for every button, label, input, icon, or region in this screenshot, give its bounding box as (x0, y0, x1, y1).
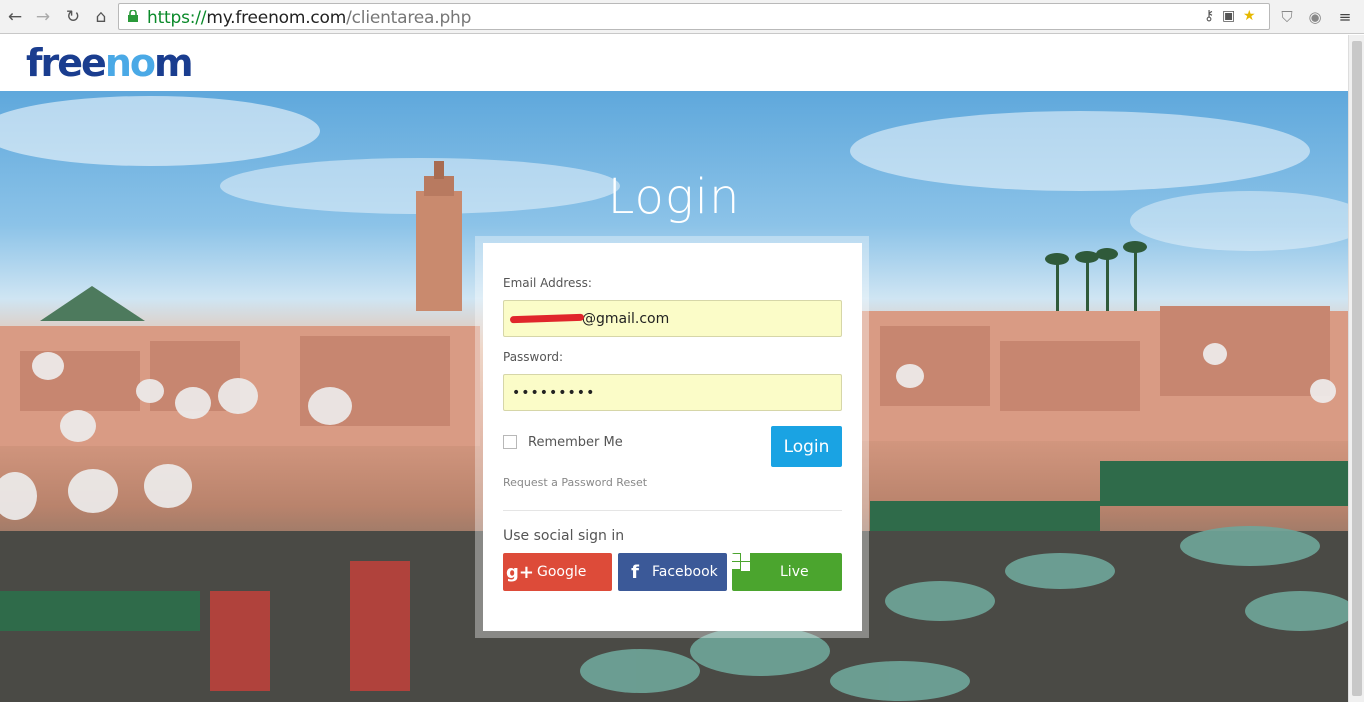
email-field[interactable]: @gmail.com (503, 300, 842, 337)
google-signin-button[interactable]: g+ Google (503, 553, 612, 591)
url-text: https://my.freenom.com/clientarea.php (147, 8, 472, 28)
divider (503, 510, 842, 511)
live-signin-button[interactable]: Live (732, 553, 842, 591)
social-signin-title: Use social sign in (503, 528, 625, 544)
facebook-label: Facebook (652, 564, 718, 580)
menu-icon[interactable]: ≡ (1334, 6, 1356, 28)
facebook-signin-button[interactable]: f Facebook (618, 553, 727, 591)
back-icon[interactable]: ← (4, 6, 26, 28)
login-button[interactable]: Login (771, 426, 842, 467)
bookmark-star-icon[interactable]: ★ (1243, 8, 1256, 24)
password-value: ••••••••• (512, 384, 596, 401)
google-label: Google (537, 564, 587, 580)
email-value: @gmail.com (582, 310, 670, 327)
hero-background: Login Email Address: @gmail.com Password… (0, 91, 1348, 702)
extension-icon[interactable]: ◉ (1304, 6, 1326, 28)
browser-toolbar: ← → ↻ ⌂ https://my.freenom.com/clientare… (0, 0, 1364, 34)
forward-icon[interactable]: → (32, 6, 54, 28)
scrollbar-thumb[interactable] (1352, 41, 1362, 696)
reload-icon[interactable]: ↻ (62, 6, 84, 28)
shield-icon[interactable]: ⛉ (1276, 6, 1298, 28)
email-label: Email Address: (503, 276, 592, 290)
home-icon[interactable]: ⌂ (90, 6, 112, 28)
password-field[interactable]: ••••••••• (503, 374, 842, 411)
password-label: Password: (503, 350, 564, 364)
live-label: Live (780, 564, 809, 580)
freenom-logo[interactable]: freenom (26, 41, 194, 85)
address-bar[interactable]: https://my.freenom.com/clientarea.php ⚷ … (118, 3, 1270, 30)
translate-icon[interactable]: ▣ (1222, 8, 1235, 24)
key-icon[interactable]: ⚷ (1204, 8, 1214, 24)
remember-me-checkbox[interactable] (503, 435, 517, 449)
redaction-mark (509, 313, 585, 324)
page-title: Login (607, 169, 741, 225)
remember-me-label[interactable]: Remember Me (528, 435, 623, 450)
google-plus-icon: g+ (506, 561, 534, 583)
site-header: freenom (0, 35, 1348, 91)
facebook-icon: f (631, 561, 639, 583)
vertical-scrollbar[interactable] (1348, 35, 1364, 702)
password-reset-link[interactable]: Request a Password Reset (503, 476, 647, 489)
login-panel: Email Address: @gmail.com Password: ••••… (483, 243, 862, 631)
lock-icon (128, 10, 138, 22)
